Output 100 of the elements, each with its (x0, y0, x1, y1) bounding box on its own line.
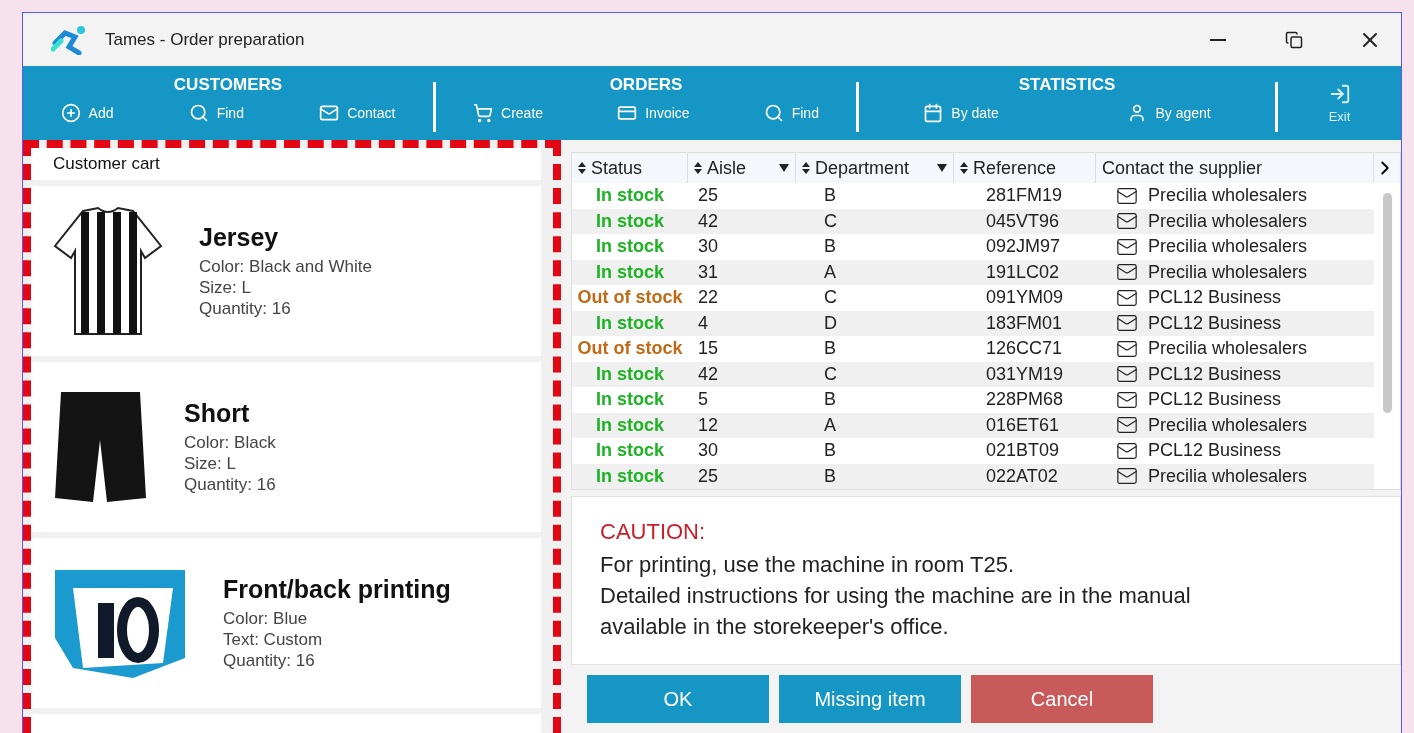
supplier-name: PCL12 Business (1148, 440, 1282, 462)
cart-icon (473, 103, 494, 123)
supplier-name: Precilia wholesalers (1148, 261, 1308, 283)
table-cell-text: 4 (697, 312, 709, 334)
table-cell-text: 183FM01 (985, 312, 1064, 334)
sort-icon (802, 162, 810, 174)
sort-icon (578, 162, 586, 174)
table-cell-text: 031YM19 (985, 363, 1065, 385)
table-row[interactable]: In stock 12 A 016ET61 Precilia wholesalers (572, 412, 1374, 438)
cart-item-card[interactable]: Jersey Color: Black and White Size: L Quantity: 16 (31, 186, 541, 356)
table-cell-text: 12 (697, 414, 720, 436)
filter-arrow-icon (779, 164, 789, 172)
search-icon (188, 103, 209, 123)
table-cell-text: 022AT02 (985, 465, 1059, 487)
table-cell-text: C (823, 363, 838, 385)
cart-item-card[interactable]: Short Color: Black Size: L Quantity: 16 (31, 362, 541, 532)
filter-arrow-icon (937, 164, 947, 172)
item-detail: Size: L (199, 277, 252, 298)
notice-text: Detailed instructions for using the machine are in the manual (600, 582, 1192, 610)
table-cell-text: 42 (697, 210, 720, 232)
item-detail: Color: Black and White (199, 256, 372, 277)
item-detail: Size: L (184, 453, 237, 474)
table-row[interactable]: In stock 42 C 031YM19 PCL12 Business (572, 361, 1374, 387)
minimize-icon (1210, 38, 1226, 41)
table-row[interactable]: In stock 4 D 183FM01 PCL12 Business (572, 310, 1374, 336)
table-cell-text: 092JM97 (985, 236, 1062, 258)
table-cell-text: 045VT96 (985, 210, 1061, 232)
calendar-icon (923, 103, 944, 123)
notice-title: CAUTION: (600, 519, 707, 545)
scrollbar-thumb[interactable] (1382, 193, 1392, 413)
action-button[interactable]: Cancel (971, 675, 1153, 723)
section-title: CUSTOMERS (173, 75, 283, 95)
cart-title: Customer cart (31, 148, 541, 180)
table-cell-text: B (823, 236, 837, 258)
table-row[interactable]: In stock 42 C 045VT96 Precilia wholesalers (572, 208, 1374, 234)
table-row[interactable]: In stock 31 A 191LC02 Precilia wholesalers (572, 259, 1374, 285)
table-cell-text: 42 (697, 363, 720, 385)
exit-icon (1328, 82, 1351, 105)
restore-icon (1285, 30, 1303, 49)
table-cell-text: A (823, 261, 837, 283)
table-cell-text: D (823, 312, 838, 334)
supplier-name: Precilia wholesalers (1148, 236, 1308, 258)
table-cell-text: C (823, 287, 838, 309)
table-row[interactable]: In stock 25 B 022AT02 Precilia wholesalers (572, 463, 1374, 489)
table-cell-text: 016ET61 (985, 414, 1061, 436)
sort-icon (694, 162, 702, 174)
window-title: Tames - Order preparation (105, 29, 306, 50)
item-detail: Text: Custom (223, 629, 324, 650)
supplier-name: Precilia wholesalers (1148, 414, 1308, 436)
table-cell-text: B (823, 185, 837, 207)
table-cell-text: C (823, 210, 838, 232)
item-detail: Color: Blue (223, 608, 309, 629)
sort-icon (960, 162, 968, 174)
item-detail: Color: Black (184, 432, 276, 453)
table-cell-text: 228PM68 (985, 389, 1065, 411)
status-cell-text: In stock (595, 465, 665, 487)
table-cell-text: 191LC02 (985, 261, 1061, 283)
notice-text: available in the storekeeper's office. (600, 613, 950, 641)
supplier-name: Precilia wholesalers (1148, 210, 1308, 232)
item-detail: Quantity: 16 (223, 650, 316, 671)
table-cell-text: 281FM19 (985, 185, 1064, 207)
table-cell-text: 5 (697, 389, 709, 411)
table-cell-text: 15 (697, 338, 720, 360)
status-cell-text: In stock (595, 312, 665, 334)
status-cell-text: In stock (595, 261, 665, 283)
table-cell-text: 091YM09 (985, 287, 1065, 309)
table-cell-text: 22 (697, 287, 720, 309)
supplier-name: PCL12 Business (1148, 287, 1282, 309)
supplier-name: PCL12 Business (1148, 363, 1282, 385)
table-cell-text: 30 (697, 440, 720, 462)
cart-item-card[interactable]: Front/back printing Color: Blue Text: Custom Quantity: 16 (31, 538, 541, 708)
notice-text: For printing, use the machine in room T25. (600, 551, 1016, 579)
status-cell-text: In stock (595, 440, 665, 462)
status-cell-text: In stock (595, 389, 665, 411)
plus-circle-icon (60, 103, 81, 123)
supplier-name: PCL12 Business (1148, 312, 1282, 334)
table-cell-text: 021BT09 (985, 440, 1061, 462)
table-cell-text: B (823, 440, 837, 462)
item-name: Short (184, 399, 251, 428)
status-cell-text: In stock (595, 210, 665, 232)
supplier-name: Precilia wholesalers (1148, 465, 1308, 487)
table-cell-text: B (823, 465, 837, 487)
item-detail: Quantity: 16 (199, 298, 292, 319)
status-cell-text: In stock (595, 414, 665, 436)
table-cell-text: A (823, 414, 837, 436)
status-cell-text: In stock (595, 185, 665, 207)
status-cell-text: In stock (595, 363, 665, 385)
item-detail: Quantity: 16 (184, 474, 276, 495)
table-cell-text: 30 (697, 236, 720, 258)
section-title: ORDERS (609, 75, 683, 95)
table-cell-text: 126CC71 (985, 338, 1064, 360)
supplier-name: Precilia wholesalers (1148, 338, 1308, 360)
table-cell-text: B (823, 389, 837, 411)
envelope-icon (319, 103, 340, 123)
table-cell-text: B (823, 338, 837, 360)
supplier-name: Precilia wholesalers (1148, 185, 1308, 207)
table-cell-text: 31 (697, 261, 720, 283)
section-title: STATISTICS (1018, 75, 1116, 95)
status-cell-text: In stock (595, 236, 665, 258)
status-cell-text: Out of stock (576, 338, 684, 360)
